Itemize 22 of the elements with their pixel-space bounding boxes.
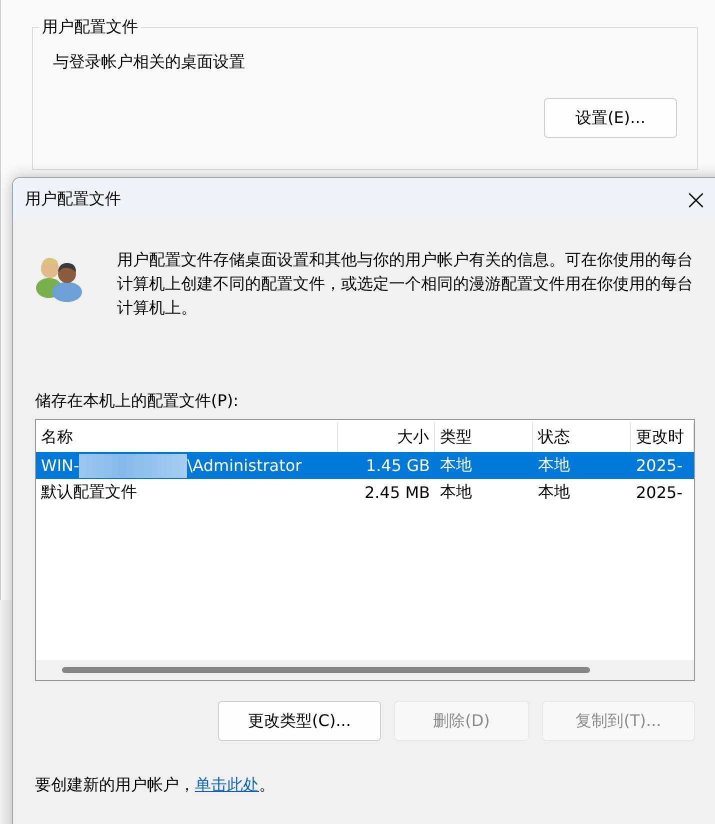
table-cell-text: 2.45 MB bbox=[364, 483, 431, 502]
table-cell-text: 本地 bbox=[537, 455, 571, 476]
action-button[interactable]: 更改类型(C)... bbox=[218, 701, 381, 741]
table-cell-text: 2025- bbox=[635, 483, 684, 502]
close-button[interactable]: × bbox=[673, 178, 715, 220]
description-text: 与登录帐户相关的桌面设置 bbox=[53, 52, 246, 73]
table-cell-text: 2025- bbox=[635, 456, 684, 475]
profile-row[interactable]: 默认配置文件 2.45 MB 本地 本地 2025- bbox=[36, 479, 694, 506]
table-cell-text: 本地 bbox=[537, 482, 571, 503]
footer-text: 要创建新的用户帐户，单击此处。 bbox=[35, 775, 276, 796]
table-cell-text: 1.45 GB bbox=[364, 456, 431, 475]
table-cell-text: 本地 bbox=[439, 482, 473, 503]
settings-button[interactable]: 设置(E)... bbox=[544, 98, 677, 138]
table-cell-text: 默认配置文件 bbox=[40, 482, 138, 503]
horizontal-scrollbar[interactable] bbox=[36, 660, 694, 680]
table-cell-text: 本地 bbox=[439, 455, 473, 476]
info-text: 用户配置文件存储桌面设置和其他与你的用户帐户有关的信息。可在你使用的每台计算机上创建不同的配置文件，或选定一个相同的漫游配置文件用在你使用的每台计算机上。 bbox=[117, 249, 694, 319]
table-cell: WIN- \Administrator bbox=[36, 454, 338, 478]
create-account-link[interactable]: 单击此处 bbox=[195, 775, 259, 794]
list-label: 储存在本机上的配置文件(P): bbox=[35, 391, 240, 412]
window-title: 用户配置文件 bbox=[25, 188, 121, 210]
profile-row[interactable]: WIN- \Administrator 1.45 GB 本地 本地 2025- bbox=[36, 452, 694, 479]
